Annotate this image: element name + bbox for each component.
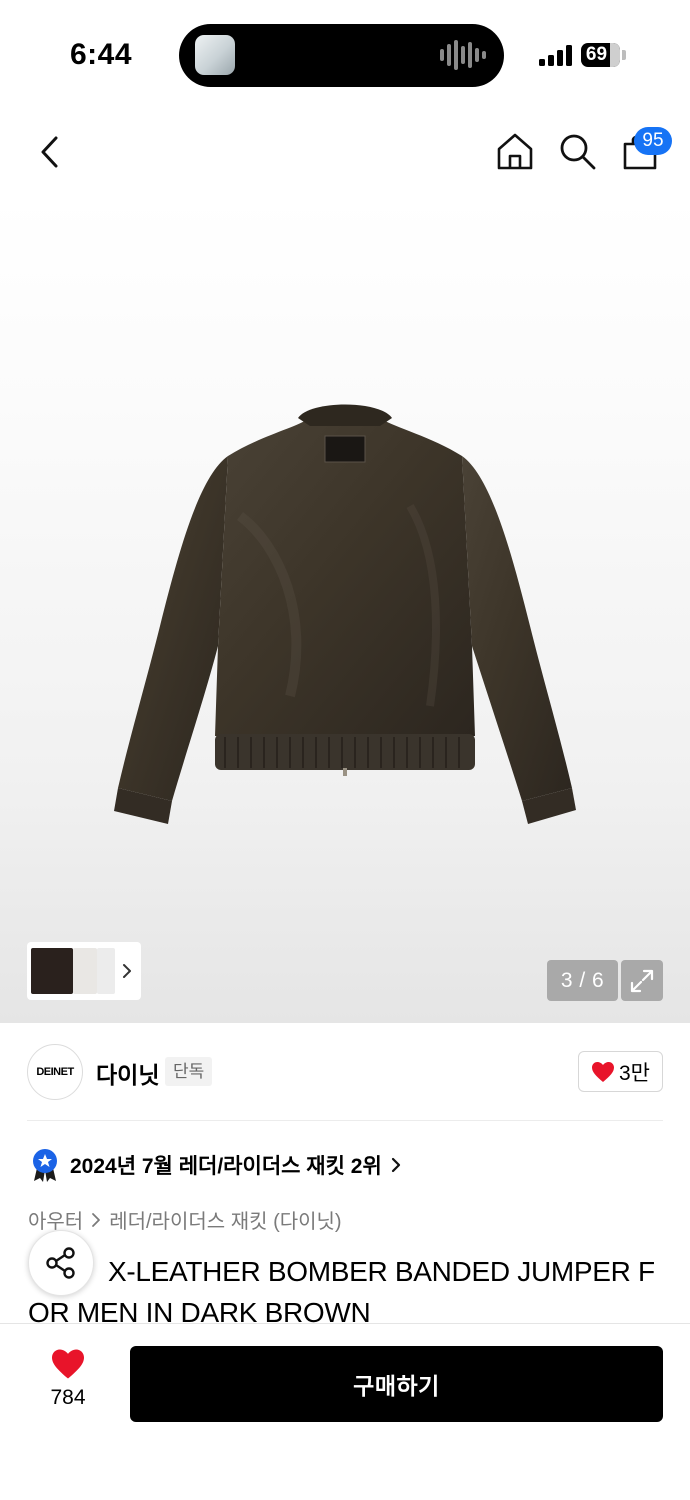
back-button[interactable] [30, 130, 70, 174]
home-icon [497, 133, 533, 170]
status-bar: 6:44 69 [0, 0, 690, 110]
search-icon [560, 134, 596, 170]
wishlist-button[interactable]: 784 [30, 1348, 106, 1428]
ranking-medal-icon [33, 1149, 57, 1182]
battery-icon: 69 [581, 43, 620, 67]
thumbnail-strip[interactable] [27, 942, 141, 1000]
breadcrumb: 아우터 레더/라이더스 재킷 (다이닛) [28, 1205, 342, 1234]
share-icon [46, 1247, 75, 1279]
product-image [114, 404, 576, 824]
image-page-indicator: 3 / 6 [547, 960, 618, 1001]
brand-like-count: 3만 [619, 1061, 650, 1085]
audio-waveform-icon [440, 38, 486, 72]
buy-button[interactable]: 구매하기 [130, 1346, 663, 1422]
exclusive-badge: 단독 [165, 1057, 213, 1086]
product-title: X-LEATHER BOMBER BANDED JUMPER FOR MEN I… [28, 1251, 668, 1333]
thumbnail-more-chevron-icon[interactable] [119, 957, 135, 985]
battery-cap [622, 50, 626, 60]
product-title-text: X-LEATHER BOMBER BANDED JUMPER FOR MEN I… [28, 1256, 655, 1328]
brand-like-button[interactable]: 3만 [578, 1051, 663, 1092]
thumbnail-1[interactable] [31, 948, 73, 994]
battery-level: 69 [585, 44, 608, 65]
divider [27, 1120, 663, 1121]
wishlist-count: 784 [50, 1386, 86, 1409]
heart-icon [52, 1349, 84, 1379]
expand-button[interactable] [621, 960, 663, 1001]
search-button[interactable] [554, 128, 600, 174]
chevron-right-icon [391, 1157, 400, 1173]
expand-icon [630, 969, 654, 992]
cart-count-badge: 95 [634, 127, 672, 155]
ranking-text: 2024년 7월 레더/라이더스 재킷 2위 [70, 1155, 382, 1178]
breadcrumb-chevron-icon [91, 1212, 101, 1228]
bottom-action-bar: 784 구매하기 [0, 1323, 690, 1500]
thumbnail-2[interactable] [73, 948, 97, 994]
brand-logo[interactable]: DEINET [27, 1044, 83, 1100]
dynamic-island[interactable] [179, 24, 504, 87]
home-button[interactable] [492, 128, 538, 174]
signal-icon [539, 44, 573, 66]
product-image-gallery[interactable]: 3 / 6 [0, 196, 690, 1023]
heart-icon [592, 1061, 614, 1082]
island-thumbnail-icon [195, 35, 235, 75]
thumbnail-3[interactable] [97, 948, 115, 994]
brand-name[interactable]: 다이닛 [96, 1056, 159, 1090]
breadcrumb-subcategory[interactable]: 레더/라이더스 재킷 (다이닛) [109, 1205, 341, 1234]
ranking-link[interactable]: 2024년 7월 레더/라이더스 재킷 2위 [31, 1148, 402, 1182]
share-button[interactable] [28, 1230, 94, 1296]
back-chevron-icon [41, 136, 58, 168]
status-time: 6:44 [70, 38, 133, 71]
